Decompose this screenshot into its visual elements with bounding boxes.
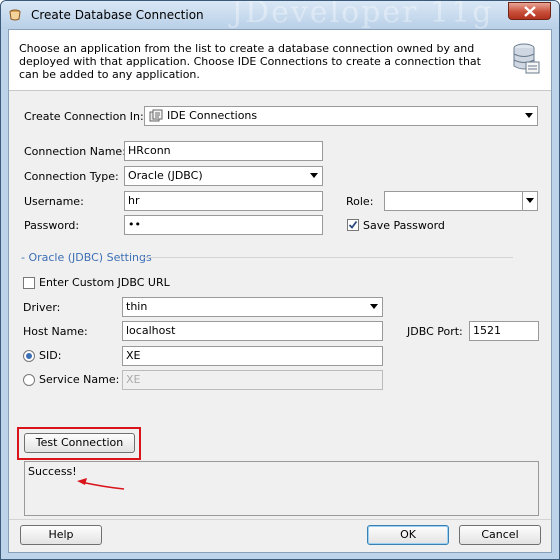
jdbc-port-field[interactable]: 1521 [469,321,539,341]
create-database-connection-dialog: Create Database Connection JDeveloper 11… [0,0,560,560]
chevron-down-icon [525,113,533,118]
driver-select[interactable]: thin [122,297,383,317]
chevron-down-icon [370,304,378,309]
section-divider [143,257,513,258]
host-name-label: Host Name: [23,325,88,338]
password-label: Password: [24,219,80,232]
header-panel: Choose an application from the list to c… [9,30,551,91]
help-button[interactable]: Help [20,525,102,545]
connection-type-value: Oracle (JDBC) [128,169,203,182]
role-select[interactable] [384,191,538,211]
host-name-field[interactable]: localhost [122,321,383,341]
window-title: Create Database Connection [31,8,204,22]
custom-jdbc-url-label[interactable]: Enter Custom JDBC URL [39,276,170,289]
create-in-select[interactable]: IDE Connections [144,106,538,126]
connection-name-label: Connection Name: [24,145,126,158]
service-name-label[interactable]: Service Name: [39,373,119,386]
driver-value: thin [126,300,148,313]
username-field[interactable]: hr [124,191,323,211]
red-arrow-annotation [77,478,125,490]
close-icon [524,6,536,17]
sid-field[interactable]: XE [122,346,383,366]
test-connection-button[interactable]: Test Connection [24,433,135,453]
title-watermark: JDeveloper 11g [231,0,494,30]
save-password-label[interactable]: Save Password [363,219,445,232]
oracle-settings-title[interactable]: - Oracle (JDBC) Settings [21,251,152,264]
save-password-checkbox[interactable] [347,219,359,231]
ok-button[interactable]: OK [367,525,449,545]
sid-radio[interactable] [23,350,35,362]
cancel-button[interactable]: Cancel [459,525,541,545]
custom-jdbc-url-checkbox[interactable] [23,277,35,289]
connection-type-select[interactable]: Oracle (JDBC) [124,166,323,186]
dialog-content: Choose an application from the list to c… [8,29,552,553]
footer-divider [9,519,551,520]
service-name-field: XE [122,370,383,390]
checkmark-icon [348,220,358,229]
role-label: Role: [346,195,374,208]
create-in-value: IDE Connections [167,109,258,122]
chevron-down-icon [310,173,318,178]
connections-icon [149,109,163,122]
connection-type-label: Connection Type: [24,170,119,183]
header-description: Choose an application from the list to c… [19,42,481,81]
service-name-radio[interactable] [23,374,35,386]
create-in-label: Create Connection In: [24,110,144,123]
username-label: Username: [24,195,84,208]
sid-label[interactable]: SID: [39,349,61,362]
close-button[interactable] [508,2,551,20]
jdbc-port-label: JDBC Port: [407,325,463,338]
connection-name-field[interactable]: HRconn [124,141,323,161]
password-field[interactable]: •• [124,215,323,235]
database-icon [513,43,540,74]
driver-label: Driver: [23,301,61,314]
chevron-down-icon [526,198,534,203]
app-cup-icon [9,9,21,21]
title-bar[interactable]: Create Database Connection JDeveloper 11… [1,0,559,30]
